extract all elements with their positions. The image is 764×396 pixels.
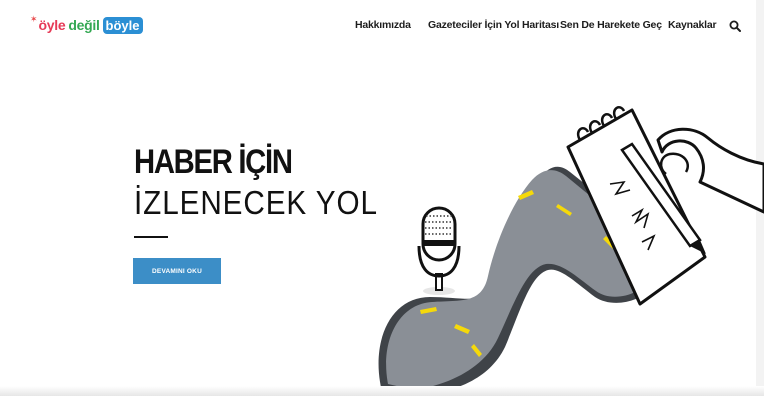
nav-item-hakkimizda[interactable]: Hakkımızda bbox=[355, 19, 411, 31]
page: ✶ öyle değil böyle Hakkımızda Gazetecile… bbox=[0, 0, 764, 396]
hero-title-line2: İZLENECEK YOL bbox=[134, 184, 378, 221]
title-divider bbox=[134, 236, 168, 238]
hero-illustration bbox=[378, 106, 764, 396]
header-nav: ✶ öyle değil böyle Hakkımızda Gazetecile… bbox=[0, 0, 756, 50]
read-more-button[interactable]: DEVAMINI OKU bbox=[133, 258, 221, 284]
nav-item-yol-haritasi[interactable]: Gazeteciler İçin Yol Haritası bbox=[428, 19, 559, 31]
nav-item-harekete-gec[interactable]: Sen De Harekete Geç bbox=[560, 19, 662, 31]
hero-heading: HABER İÇİN İZLENECEK YOL bbox=[134, 143, 405, 221]
nav-item-kaynaklar[interactable]: Kaynaklar bbox=[668, 19, 717, 31]
hero-title-line1: HABER İÇİN bbox=[134, 143, 293, 181]
main-menu: Hakkımızda Gazeteciler İçin Yol Haritası… bbox=[0, 19, 756, 33]
page-bottom-edge bbox=[0, 386, 764, 396]
microphone-icon bbox=[417, 206, 461, 295]
search-icon[interactable] bbox=[729, 20, 741, 32]
